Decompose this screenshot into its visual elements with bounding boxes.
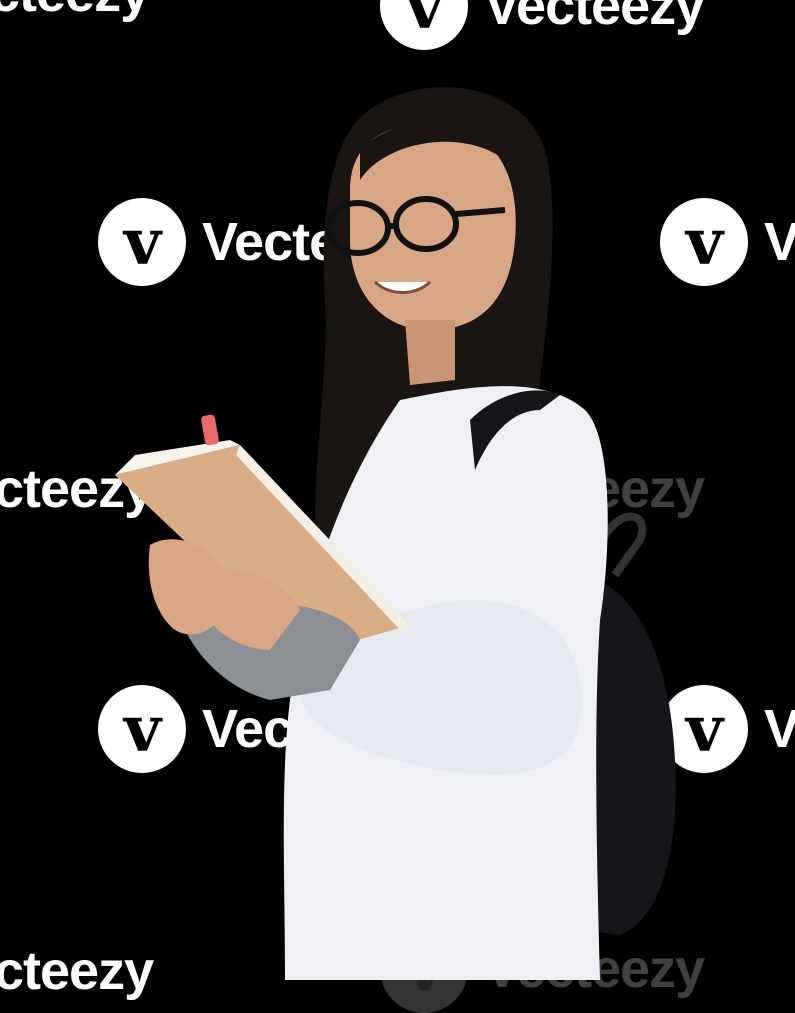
subject-photo	[115, 87, 676, 980]
